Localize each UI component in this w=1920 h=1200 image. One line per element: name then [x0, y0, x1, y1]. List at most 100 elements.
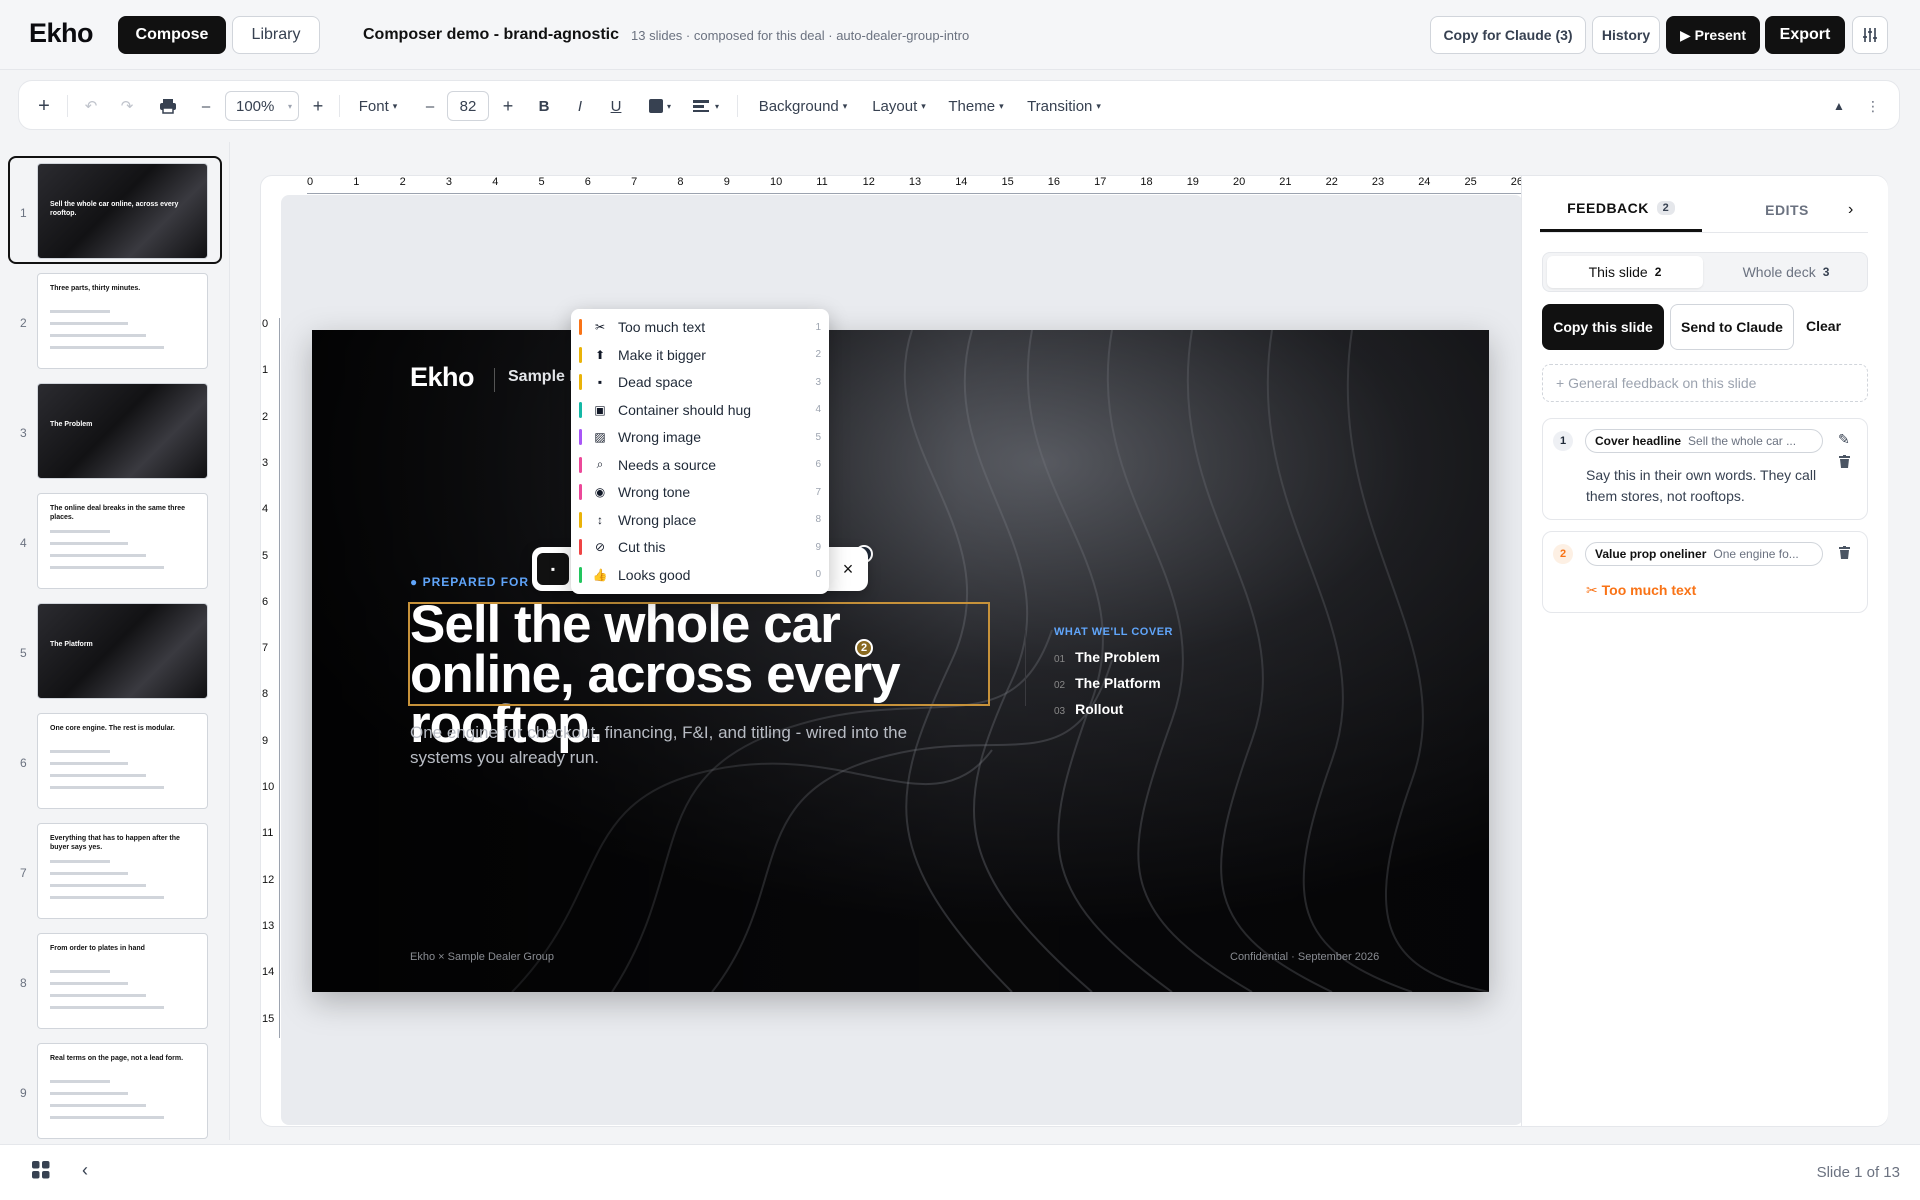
library-button[interactable]: Library	[232, 16, 320, 54]
thumbnail-title: Real terms on the page, not a lead form.	[50, 1055, 184, 1062]
feedback-menu-item[interactable]: ◉ Wrong tone 7	[579, 479, 821, 505]
thumbnail-title: Three parts, thirty minutes.	[50, 285, 141, 292]
slide-preview[interactable]: Ekho Sample Dealer Group ● PREPARED FOR …	[312, 330, 1489, 992]
font-dropdown[interactable]: Font ▾	[353, 93, 403, 119]
thumbnail-title: The online deal breaks in the same three…	[50, 505, 185, 521]
feedback-menu-item[interactable]: ⬆ Make it bigger 2	[579, 342, 821, 368]
history-button[interactable]: History	[1592, 16, 1660, 54]
add-slide-button[interactable]: +	[33, 93, 55, 119]
grid-view-icon[interactable]	[32, 1161, 50, 1182]
slide-thumbnail[interactable]: From order to plates in hand	[37, 933, 208, 1029]
close-icon[interactable]: ×	[836, 556, 860, 582]
export-button[interactable]: Export	[1765, 16, 1845, 54]
slide-thumbnail[interactable]: Three parts, thirty minutes.	[37, 273, 208, 369]
feedback-menu-item[interactable]: ⊘ Cut this 9	[579, 534, 821, 560]
align-left-icon	[692, 100, 709, 112]
chevron-right-icon[interactable]: ›	[1848, 201, 1853, 219]
thumbnail-content-line	[50, 896, 164, 899]
theme-dropdown[interactable]: Theme ▾	[943, 93, 1009, 119]
align-dropdown[interactable]: ▾	[687, 93, 725, 119]
zoom-out-button[interactable]: –	[197, 93, 215, 119]
slide-thumbnail[interactable]: The Problem	[37, 383, 208, 479]
feedback-menu-item[interactable]: ▣ Container should hug 4	[579, 397, 821, 423]
font-size-input[interactable]: 82	[447, 91, 489, 121]
target-element-tag[interactable]: Cover headline Sell the whole car ...	[1585, 429, 1823, 453]
chevron-down-icon: ▾	[999, 100, 1004, 111]
slide-thumbnail[interactable]: One core engine. The rest is modular.	[37, 713, 208, 809]
font-size-increase-button[interactable]: +	[499, 93, 517, 119]
ruler-tick-label: 12	[862, 176, 875, 188]
slide-thumbnail[interactable]: Everything that has to happen after the …	[37, 823, 208, 919]
feedback-menu-item[interactable]: ⌕ Needs a source 6	[579, 452, 821, 478]
slide-thumbnail[interactable]: Real terms on the page, not a lead form.	[37, 1043, 208, 1139]
comment-icon[interactable]: ▪	[537, 553, 569, 585]
feedback-menu-item[interactable]: ✂ Too much text 1	[579, 314, 821, 340]
target-element-tag[interactable]: Value prop oneliner One engine fo...	[1585, 542, 1823, 566]
font-size-decrease-button[interactable]: –	[421, 93, 439, 119]
thumbnail-content-line	[50, 1006, 164, 1009]
ruler-tick-label: 11	[262, 827, 274, 840]
whole-deck-option[interactable]: Whole deck 3	[1708, 256, 1864, 288]
shortcut-key: 7	[815, 486, 821, 498]
feedback-menu-item[interactable]: ▪ Dead space 3	[579, 369, 821, 395]
present-button[interactable]: ▶ Present	[1666, 16, 1760, 54]
more-options-icon[interactable]: ⋮	[1865, 93, 1881, 119]
tab-feedback-label: FEEDBACK	[1567, 200, 1649, 216]
thumbnail-content-line	[50, 786, 164, 789]
send-to-claude-button[interactable]: Send to Claude	[1670, 304, 1794, 350]
this-slide-option[interactable]: This slide 2	[1547, 256, 1703, 288]
feedback-card[interactable]: 1 Cover headline Sell the whole car ... ✎…	[1542, 418, 1868, 520]
divider	[1025, 630, 1026, 706]
print-icon[interactable]	[157, 93, 179, 119]
ruler-tick-label: 1	[353, 176, 360, 188]
italic-button[interactable]: I	[569, 93, 591, 119]
tab-edits[interactable]: EDITS	[1702, 202, 1872, 218]
feedback-card[interactable]: 2 Value prop oneliner One engine fo... ✂ …	[1542, 531, 1868, 613]
value-prop-oneliner[interactable]: One engine for checkout, financing, F&I,…	[410, 720, 970, 770]
compose-button[interactable]: Compose	[118, 16, 226, 54]
feedback-menu-item[interactable]: 👍 Looks good 0	[579, 562, 821, 588]
feedback-count-badge: 2	[1656, 201, 1675, 215]
layout-dropdown[interactable]: Layout ▾	[865, 93, 933, 119]
settings-sliders-button[interactable]	[1852, 16, 1888, 54]
thumbnail-content-line	[50, 872, 128, 875]
edit-pencil-icon[interactable]: ✎	[1838, 431, 1850, 448]
copy-for-claude-button[interactable]: Copy for Claude (3)	[1430, 16, 1586, 54]
zoom-input[interactable]: 100% ▾	[225, 91, 299, 121]
background-dropdown[interactable]: Background ▾	[753, 93, 853, 119]
bottom-bar	[0, 1144, 1920, 1200]
menu-item-icon: ⌕	[596, 457, 604, 471]
thumbnail-number: 8	[20, 976, 27, 990]
thumbnail-content-line	[50, 1080, 110, 1083]
slide-thumbnail[interactable]: The online deal breaks in the same three…	[37, 493, 208, 589]
category-color-bar	[579, 374, 582, 390]
transition-dropdown[interactable]: Transition ▾	[1019, 93, 1109, 119]
zoom-in-button[interactable]: +	[309, 93, 327, 119]
text-color-dropdown[interactable]: ▾	[643, 93, 677, 119]
menu-item-icon: ▪	[597, 375, 603, 389]
bold-button[interactable]: B	[533, 93, 555, 119]
delete-trash-icon[interactable]	[1839, 546, 1850, 562]
thumbnail-number: 9	[20, 1086, 27, 1100]
feedback-menu-item[interactable]: ▨ Wrong image 5	[579, 424, 821, 450]
ruler-tick-label: 4	[492, 176, 499, 188]
feedback-marker-2[interactable]: 2	[855, 639, 873, 657]
clear-button[interactable]: Clear	[1806, 318, 1841, 334]
copy-this-slide-button[interactable]: Copy this slide	[1542, 304, 1664, 350]
feedback-menu-item[interactable]: ↕ Wrong place 8	[579, 507, 821, 533]
collapse-sidebar-icon[interactable]: ‹	[82, 1160, 88, 1181]
slide-brand-logo: Ekho	[410, 362, 475, 392]
menu-item-label: Make it bigger	[618, 346, 706, 363]
collapse-toolbar-icon[interactable]: ▲	[1829, 93, 1849, 119]
redo-icon[interactable]: ↷	[117, 93, 137, 119]
thumbnail-content-line	[50, 310, 110, 313]
chevron-down-icon: ▾	[842, 100, 848, 111]
delete-trash-icon[interactable]	[1839, 455, 1850, 471]
underline-button[interactable]: U	[605, 93, 627, 119]
undo-icon[interactable]: ↶	[81, 93, 101, 119]
slide-thumbnail[interactable]: The Platform	[37, 603, 208, 699]
thumbnail-number: 3	[20, 426, 27, 440]
tab-feedback[interactable]: FEEDBACK 2	[1540, 200, 1702, 216]
card-number: 2	[1553, 544, 1573, 564]
general-feedback-input[interactable]: + General feedback on this slide	[1542, 364, 1868, 402]
